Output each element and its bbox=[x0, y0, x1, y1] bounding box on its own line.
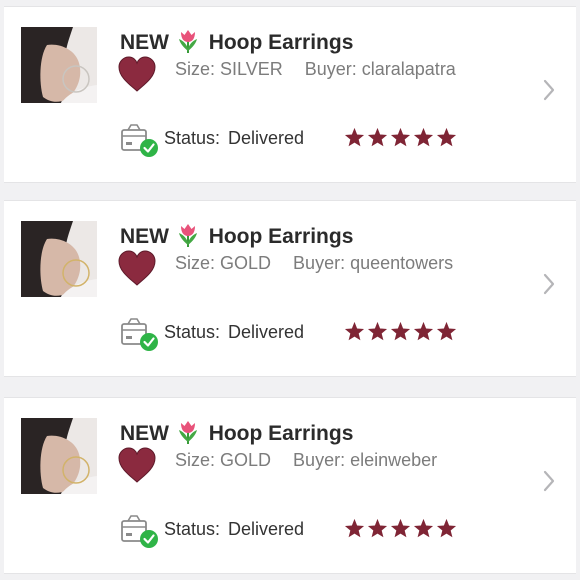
rating-stars bbox=[344, 321, 457, 341]
product-thumbnail bbox=[21, 27, 97, 103]
tulip-icon bbox=[177, 223, 199, 253]
buyer-label: Buyer: bbox=[293, 450, 346, 470]
star-icon bbox=[344, 127, 365, 147]
buyer-name[interactable]: eleinweber bbox=[350, 450, 437, 470]
order-card[interactable]: NEW Hoop Earrings Size: GOLD Buyer: eleinwe… bbox=[4, 397, 576, 574]
order-meta: Size: GOLD Buyer: eleinweber bbox=[175, 450, 437, 471]
star-icon bbox=[436, 127, 457, 147]
order-status: Status: Delivered bbox=[164, 519, 304, 540]
star-icon bbox=[390, 127, 411, 147]
package-delivered-icon bbox=[120, 124, 160, 163]
buyer-label: Buyer: bbox=[293, 253, 346, 273]
buyer-name[interactable]: queentowers bbox=[350, 253, 453, 273]
status-value: Delivered bbox=[228, 128, 305, 148]
tulip-icon bbox=[177, 420, 199, 450]
star-icon bbox=[367, 321, 388, 341]
star-icon bbox=[413, 321, 434, 341]
new-label: NEW bbox=[120, 225, 169, 248]
star-icon bbox=[344, 321, 365, 341]
order-list: NEW Hoop Earrings Size: SILVER Buyer: clara… bbox=[0, 0, 580, 580]
package-delivered-icon bbox=[120, 515, 160, 554]
status-label: Status: bbox=[164, 128, 221, 148]
order-status: Status: Delivered bbox=[164, 322, 304, 343]
product-thumbnail bbox=[21, 221, 97, 297]
heart-icon[interactable] bbox=[116, 247, 158, 294]
star-icon bbox=[390, 518, 411, 538]
star-icon bbox=[436, 518, 457, 538]
status-value: Delivered bbox=[228, 322, 305, 342]
star-icon bbox=[367, 127, 388, 147]
package-delivered-icon bbox=[120, 318, 160, 357]
star-icon bbox=[413, 518, 434, 538]
star-icon bbox=[390, 321, 411, 341]
size-label: Size: bbox=[175, 253, 216, 273]
rating-stars bbox=[344, 518, 457, 538]
heart-icon[interactable] bbox=[116, 53, 158, 100]
chevron-right-icon[interactable] bbox=[542, 273, 556, 300]
star-icon bbox=[436, 321, 457, 341]
size-label: Size: bbox=[175, 450, 216, 470]
order-meta: Size: SILVER Buyer: claralapatra bbox=[175, 59, 456, 80]
buyer-label: Buyer: bbox=[304, 59, 357, 79]
size-value: GOLD bbox=[220, 253, 272, 273]
tulip-icon bbox=[177, 29, 199, 59]
order-meta: Size: GOLD Buyer: queentowers bbox=[175, 253, 453, 274]
star-icon bbox=[413, 127, 434, 147]
chevron-right-icon[interactable] bbox=[542, 470, 556, 497]
status-label: Status: bbox=[164, 322, 221, 342]
product-thumbnail bbox=[21, 418, 97, 494]
status-value: Delivered bbox=[228, 519, 305, 539]
star-icon bbox=[344, 518, 365, 538]
new-label: NEW bbox=[120, 422, 169, 445]
new-label: NEW bbox=[120, 31, 169, 54]
size-value: SILVER bbox=[220, 59, 283, 79]
size-label: Size: bbox=[175, 59, 216, 79]
size-value: GOLD bbox=[220, 450, 272, 470]
order-status: Status: Delivered bbox=[164, 128, 304, 149]
heart-icon[interactable] bbox=[116, 444, 158, 491]
product-name: Hoop Earrings bbox=[208, 225, 354, 248]
product-name: Hoop Earrings bbox=[208, 422, 354, 445]
rating-stars bbox=[344, 127, 457, 147]
order-card[interactable]: NEW Hoop Earrings Size: SILVER Buyer: clara… bbox=[4, 6, 576, 183]
status-label: Status: bbox=[164, 519, 221, 539]
star-icon bbox=[367, 518, 388, 538]
chevron-right-icon[interactable] bbox=[542, 79, 556, 106]
product-name: Hoop Earrings bbox=[208, 31, 354, 54]
buyer-name[interactable]: claralapatra bbox=[362, 59, 456, 79]
order-card[interactable]: NEW Hoop Earrings Size: GOLD Buyer: queento… bbox=[4, 200, 576, 377]
